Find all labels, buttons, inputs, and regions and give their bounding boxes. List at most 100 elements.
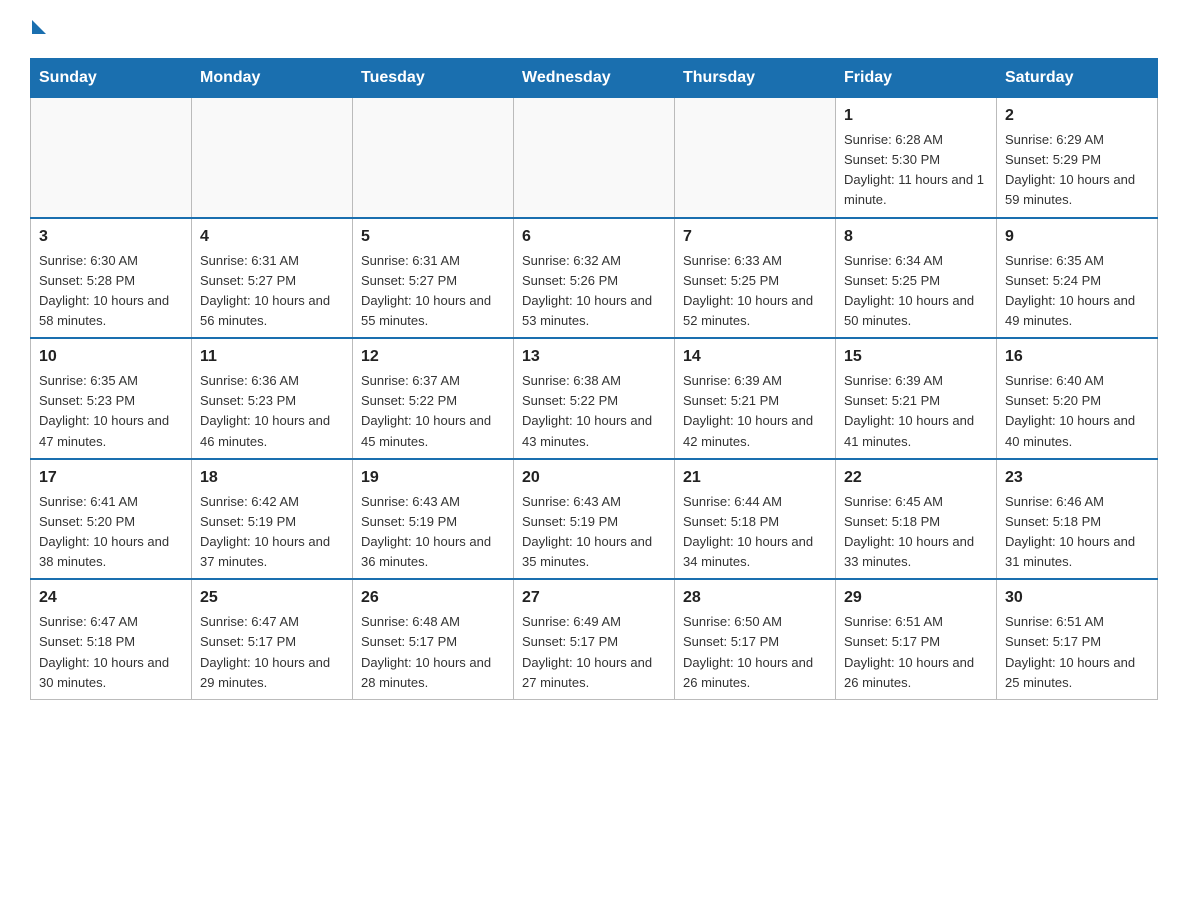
calendar-cell xyxy=(192,98,353,218)
day-info: Sunrise: 6:31 AMSunset: 5:27 PMDaylight:… xyxy=(200,251,344,332)
day-number: 29 xyxy=(844,586,988,610)
calendar-cell: 21Sunrise: 6:44 AMSunset: 5:18 PMDayligh… xyxy=(675,459,836,580)
calendar-table: SundayMondayTuesdayWednesdayThursdayFrid… xyxy=(30,58,1158,700)
day-number: 2 xyxy=(1005,104,1149,128)
weekday-header-row: SundayMondayTuesdayWednesdayThursdayFrid… xyxy=(31,59,1158,98)
calendar-cell xyxy=(353,98,514,218)
calendar-cell: 10Sunrise: 6:35 AMSunset: 5:23 PMDayligh… xyxy=(31,338,192,459)
day-number: 10 xyxy=(39,345,183,369)
day-number: 9 xyxy=(1005,225,1149,249)
day-number: 13 xyxy=(522,345,666,369)
day-number: 5 xyxy=(361,225,505,249)
day-info: Sunrise: 6:30 AMSunset: 5:28 PMDaylight:… xyxy=(39,251,183,332)
calendar-cell: 9Sunrise: 6:35 AMSunset: 5:24 PMDaylight… xyxy=(997,218,1158,339)
day-number: 22 xyxy=(844,466,988,490)
day-info: Sunrise: 6:28 AMSunset: 5:30 PMDaylight:… xyxy=(844,130,988,211)
calendar-cell: 13Sunrise: 6:38 AMSunset: 5:22 PMDayligh… xyxy=(514,338,675,459)
calendar-cell: 5Sunrise: 6:31 AMSunset: 5:27 PMDaylight… xyxy=(353,218,514,339)
day-number: 4 xyxy=(200,225,344,249)
day-info: Sunrise: 6:47 AMSunset: 5:18 PMDaylight:… xyxy=(39,612,183,693)
calendar-cell: 23Sunrise: 6:46 AMSunset: 5:18 PMDayligh… xyxy=(997,459,1158,580)
day-number: 3 xyxy=(39,225,183,249)
calendar-cell: 18Sunrise: 6:42 AMSunset: 5:19 PMDayligh… xyxy=(192,459,353,580)
day-info: Sunrise: 6:48 AMSunset: 5:17 PMDaylight:… xyxy=(361,612,505,693)
day-info: Sunrise: 6:51 AMSunset: 5:17 PMDaylight:… xyxy=(844,612,988,693)
calendar-cell: 16Sunrise: 6:40 AMSunset: 5:20 PMDayligh… xyxy=(997,338,1158,459)
day-info: Sunrise: 6:47 AMSunset: 5:17 PMDaylight:… xyxy=(200,612,344,693)
day-number: 18 xyxy=(200,466,344,490)
calendar-cell: 24Sunrise: 6:47 AMSunset: 5:18 PMDayligh… xyxy=(31,579,192,699)
calendar-cell: 15Sunrise: 6:39 AMSunset: 5:21 PMDayligh… xyxy=(836,338,997,459)
weekday-header-monday: Monday xyxy=(192,59,353,98)
calendar-cell: 25Sunrise: 6:47 AMSunset: 5:17 PMDayligh… xyxy=(192,579,353,699)
calendar-cell: 7Sunrise: 6:33 AMSunset: 5:25 PMDaylight… xyxy=(675,218,836,339)
week-row-5: 24Sunrise: 6:47 AMSunset: 5:18 PMDayligh… xyxy=(31,579,1158,699)
day-info: Sunrise: 6:43 AMSunset: 5:19 PMDaylight:… xyxy=(361,492,505,573)
day-number: 16 xyxy=(1005,345,1149,369)
page-header xyxy=(30,20,1158,42)
day-number: 15 xyxy=(844,345,988,369)
weekday-header-friday: Friday xyxy=(836,59,997,98)
calendar-cell: 8Sunrise: 6:34 AMSunset: 5:25 PMDaylight… xyxy=(836,218,997,339)
calendar-cell: 3Sunrise: 6:30 AMSunset: 5:28 PMDaylight… xyxy=(31,218,192,339)
day-info: Sunrise: 6:35 AMSunset: 5:24 PMDaylight:… xyxy=(1005,251,1149,332)
calendar-cell xyxy=(31,98,192,218)
day-number: 28 xyxy=(683,586,827,610)
weekday-header-sunday: Sunday xyxy=(31,59,192,98)
day-number: 20 xyxy=(522,466,666,490)
calendar-cell: 22Sunrise: 6:45 AMSunset: 5:18 PMDayligh… xyxy=(836,459,997,580)
logo xyxy=(30,20,46,42)
day-info: Sunrise: 6:32 AMSunset: 5:26 PMDaylight:… xyxy=(522,251,666,332)
day-info: Sunrise: 6:35 AMSunset: 5:23 PMDaylight:… xyxy=(39,371,183,452)
day-info: Sunrise: 6:40 AMSunset: 5:20 PMDaylight:… xyxy=(1005,371,1149,452)
day-number: 27 xyxy=(522,586,666,610)
weekday-header-wednesday: Wednesday xyxy=(514,59,675,98)
week-row-4: 17Sunrise: 6:41 AMSunset: 5:20 PMDayligh… xyxy=(31,459,1158,580)
week-row-3: 10Sunrise: 6:35 AMSunset: 5:23 PMDayligh… xyxy=(31,338,1158,459)
day-number: 7 xyxy=(683,225,827,249)
day-info: Sunrise: 6:42 AMSunset: 5:19 PMDaylight:… xyxy=(200,492,344,573)
day-number: 1 xyxy=(844,104,988,128)
calendar-cell: 26Sunrise: 6:48 AMSunset: 5:17 PMDayligh… xyxy=(353,579,514,699)
day-info: Sunrise: 6:29 AMSunset: 5:29 PMDaylight:… xyxy=(1005,130,1149,211)
day-number: 11 xyxy=(200,345,344,369)
day-info: Sunrise: 6:33 AMSunset: 5:25 PMDaylight:… xyxy=(683,251,827,332)
calendar-cell: 11Sunrise: 6:36 AMSunset: 5:23 PMDayligh… xyxy=(192,338,353,459)
day-info: Sunrise: 6:37 AMSunset: 5:22 PMDaylight:… xyxy=(361,371,505,452)
day-info: Sunrise: 6:41 AMSunset: 5:20 PMDaylight:… xyxy=(39,492,183,573)
day-number: 19 xyxy=(361,466,505,490)
calendar-cell xyxy=(675,98,836,218)
day-info: Sunrise: 6:39 AMSunset: 5:21 PMDaylight:… xyxy=(683,371,827,452)
calendar-cell: 6Sunrise: 6:32 AMSunset: 5:26 PMDaylight… xyxy=(514,218,675,339)
day-info: Sunrise: 6:49 AMSunset: 5:17 PMDaylight:… xyxy=(522,612,666,693)
calendar-cell: 30Sunrise: 6:51 AMSunset: 5:17 PMDayligh… xyxy=(997,579,1158,699)
calendar-cell: 28Sunrise: 6:50 AMSunset: 5:17 PMDayligh… xyxy=(675,579,836,699)
day-info: Sunrise: 6:44 AMSunset: 5:18 PMDaylight:… xyxy=(683,492,827,573)
day-info: Sunrise: 6:46 AMSunset: 5:18 PMDaylight:… xyxy=(1005,492,1149,573)
calendar-cell: 29Sunrise: 6:51 AMSunset: 5:17 PMDayligh… xyxy=(836,579,997,699)
calendar-cell: 2Sunrise: 6:29 AMSunset: 5:29 PMDaylight… xyxy=(997,98,1158,218)
day-number: 24 xyxy=(39,586,183,610)
calendar-cell: 19Sunrise: 6:43 AMSunset: 5:19 PMDayligh… xyxy=(353,459,514,580)
day-info: Sunrise: 6:45 AMSunset: 5:18 PMDaylight:… xyxy=(844,492,988,573)
day-info: Sunrise: 6:50 AMSunset: 5:17 PMDaylight:… xyxy=(683,612,827,693)
day-number: 6 xyxy=(522,225,666,249)
weekday-header-saturday: Saturday xyxy=(997,59,1158,98)
day-info: Sunrise: 6:39 AMSunset: 5:21 PMDaylight:… xyxy=(844,371,988,452)
weekday-header-thursday: Thursday xyxy=(675,59,836,98)
calendar-cell: 14Sunrise: 6:39 AMSunset: 5:21 PMDayligh… xyxy=(675,338,836,459)
calendar-cell: 1Sunrise: 6:28 AMSunset: 5:30 PMDaylight… xyxy=(836,98,997,218)
week-row-1: 1Sunrise: 6:28 AMSunset: 5:30 PMDaylight… xyxy=(31,98,1158,218)
day-number: 30 xyxy=(1005,586,1149,610)
day-number: 14 xyxy=(683,345,827,369)
calendar-cell: 4Sunrise: 6:31 AMSunset: 5:27 PMDaylight… xyxy=(192,218,353,339)
calendar-cell: 27Sunrise: 6:49 AMSunset: 5:17 PMDayligh… xyxy=(514,579,675,699)
day-number: 12 xyxy=(361,345,505,369)
day-info: Sunrise: 6:36 AMSunset: 5:23 PMDaylight:… xyxy=(200,371,344,452)
day-info: Sunrise: 6:51 AMSunset: 5:17 PMDaylight:… xyxy=(1005,612,1149,693)
day-number: 23 xyxy=(1005,466,1149,490)
weekday-header-tuesday: Tuesday xyxy=(353,59,514,98)
calendar-cell xyxy=(514,98,675,218)
calendar-cell: 20Sunrise: 6:43 AMSunset: 5:19 PMDayligh… xyxy=(514,459,675,580)
day-info: Sunrise: 6:31 AMSunset: 5:27 PMDaylight:… xyxy=(361,251,505,332)
